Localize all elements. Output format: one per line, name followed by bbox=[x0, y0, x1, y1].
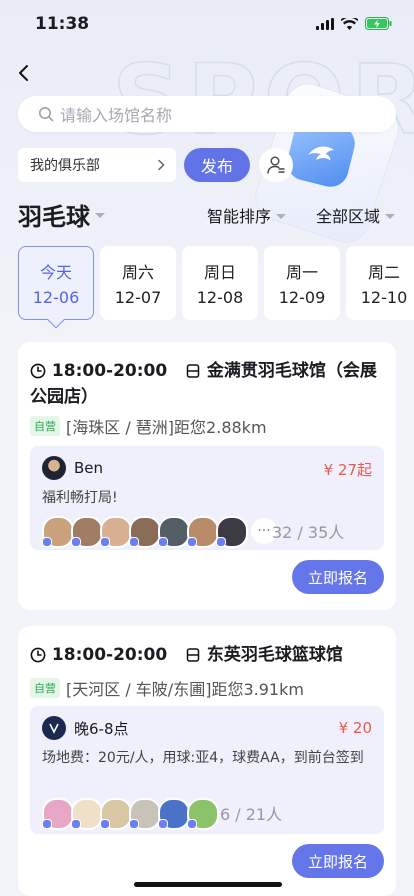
event-location: 自营 [海珠区 / 琶洲]距您2.88km bbox=[30, 414, 267, 438]
sport-filter-label: 羽毛球 bbox=[18, 203, 90, 231]
poster-name: Ben bbox=[74, 459, 104, 477]
poster-info: Ben bbox=[42, 456, 103, 480]
participant-avatars[interactable] bbox=[42, 798, 219, 830]
date-tab[interactable]: 周六 12-07 bbox=[100, 246, 176, 320]
sport-filter[interactable]: 羽毛球 bbox=[18, 197, 105, 232]
event-detail-box: 晚6-8点 ¥ 20 场地费：20元/人，用球:亚4，球费AA，到前台签到 6 … bbox=[30, 706, 384, 834]
search-input[interactable]: 请输入场馆名称 bbox=[60, 102, 172, 126]
event-time: 18:00-20:00 bbox=[51, 361, 168, 381]
search-bar[interactable]: 请输入场馆名称 bbox=[18, 96, 396, 132]
chevron-right-icon bbox=[158, 159, 165, 171]
wifi-icon bbox=[341, 17, 358, 30]
avatar bbox=[42, 716, 66, 740]
battery-icon bbox=[365, 17, 392, 30]
event-card[interactable]: 18:00-20:00 东英羽毛球篮球馆 自营 [天河区 / 车陂/东圃]距您3… bbox=[18, 626, 396, 896]
event-description: 场地费：20元/人，用球:亚4，球费AA，到前台签到 bbox=[42, 750, 364, 766]
venue-icon bbox=[186, 648, 200, 662]
event-venue: 东英羽毛球篮球馆 bbox=[206, 645, 343, 665]
date-value: 12-10 bbox=[360, 288, 408, 307]
date-weekday: 周一 bbox=[285, 263, 318, 282]
date-tab[interactable]: 周一 12-09 bbox=[264, 246, 340, 320]
date-tab[interactable]: 今天 12-06 bbox=[18, 246, 94, 320]
back-button[interactable] bbox=[14, 62, 36, 84]
join-button[interactable]: 立即报名 bbox=[292, 560, 384, 594]
clock-icon bbox=[30, 647, 46, 663]
v-logo-icon bbox=[49, 723, 59, 734]
user-settings-icon bbox=[267, 156, 285, 174]
date-selector: 今天 12-06 周六 12-07 周日 12-08 周一 12-09 周二 1… bbox=[18, 246, 414, 336]
avatar bbox=[216, 516, 248, 548]
avatar bbox=[100, 798, 132, 830]
avatar bbox=[42, 516, 74, 548]
date-weekday: 今天 bbox=[39, 263, 72, 282]
avatar bbox=[158, 516, 190, 548]
event-header: 18:00-20:00 东英羽毛球篮球馆 bbox=[30, 642, 386, 668]
region-filter[interactable]: 全部区域 bbox=[316, 203, 396, 227]
avatar bbox=[129, 798, 161, 830]
avatar bbox=[187, 516, 219, 548]
self-operated-tag: 自营 bbox=[30, 678, 60, 698]
join-button[interactable]: 立即报名 bbox=[292, 844, 384, 878]
region-filter-label: 全部区域 bbox=[316, 207, 381, 226]
avatar bbox=[187, 798, 219, 830]
home-indicator[interactable] bbox=[134, 882, 282, 887]
caret-down-icon bbox=[385, 213, 396, 219]
avatar bbox=[129, 516, 161, 548]
sort-filter[interactable]: 智能排序 bbox=[207, 203, 287, 227]
my-club-label: 我的俱乐部 bbox=[30, 158, 100, 174]
date-tab[interactable]: 周日 12-08 bbox=[182, 246, 258, 320]
date-weekday: 周六 bbox=[121, 263, 154, 282]
location-text: [海珠区 / 琶洲]距您2.88km bbox=[66, 418, 267, 437]
caret-down-icon bbox=[276, 213, 287, 219]
signal-icon bbox=[316, 17, 334, 30]
date-value: 12-06 bbox=[32, 288, 80, 307]
event-price: ¥ 27起 bbox=[323, 461, 372, 479]
poster-info: 晚6-8点 bbox=[42, 716, 129, 740]
sort-filter-label: 智能排序 bbox=[207, 207, 272, 226]
date-weekday: 周二 bbox=[367, 263, 400, 282]
search-icon bbox=[39, 107, 54, 122]
participant-avatars[interactable]: ··· bbox=[42, 516, 277, 548]
self-operated-tag: 自营 bbox=[30, 416, 60, 436]
avatar bbox=[42, 456, 66, 480]
avatar bbox=[42, 798, 74, 830]
poster-name: 晚6-8点 bbox=[74, 719, 129, 738]
status-time: 11:38 bbox=[35, 14, 90, 34]
publish-button[interactable]: 发布 bbox=[184, 148, 250, 182]
avatar bbox=[158, 798, 190, 830]
status-bar: 11:38 bbox=[0, 0, 414, 48]
location-text: [天河区 / 车陂/东圃]距您3.91km bbox=[66, 680, 304, 699]
caret-down-icon bbox=[95, 213, 105, 218]
date-value: 12-09 bbox=[278, 288, 326, 307]
avatar bbox=[71, 516, 103, 548]
date-value: 12-07 bbox=[114, 288, 162, 307]
participant-count: 6 / 21人 bbox=[220, 805, 283, 824]
date-tab[interactable]: 周二 12-10 bbox=[346, 246, 414, 320]
my-club-button[interactable]: 我的俱乐部 bbox=[18, 148, 176, 182]
date-weekday: 周日 bbox=[203, 263, 236, 282]
clock-icon bbox=[30, 363, 46, 379]
date-value: 12-08 bbox=[196, 288, 244, 307]
event-location: 自营 [天河区 / 车陂/东圃]距您3.91km bbox=[30, 676, 304, 700]
back-icon bbox=[19, 65, 28, 81]
avatar bbox=[100, 516, 132, 548]
venue-icon bbox=[186, 364, 200, 378]
event-card[interactable]: 18:00-20:00 金满贯羽毛球馆（会展公园店） 自营 [海珠区 / 琶洲]… bbox=[18, 342, 396, 610]
event-header: 18:00-20:00 金满贯羽毛球馆（会展公园店） bbox=[30, 358, 386, 410]
event-description: 福利畅打局! bbox=[42, 490, 118, 506]
avatar bbox=[71, 798, 103, 830]
event-detail-box: Ben ¥ 27起 福利畅打局! ··· 32 / 35人 bbox=[30, 446, 384, 550]
event-time: 18:00-20:00 bbox=[51, 645, 168, 665]
event-price: ¥ 20 bbox=[338, 719, 372, 737]
participant-count: 32 / 35人 bbox=[272, 523, 345, 542]
user-settings-button[interactable] bbox=[259, 148, 293, 182]
